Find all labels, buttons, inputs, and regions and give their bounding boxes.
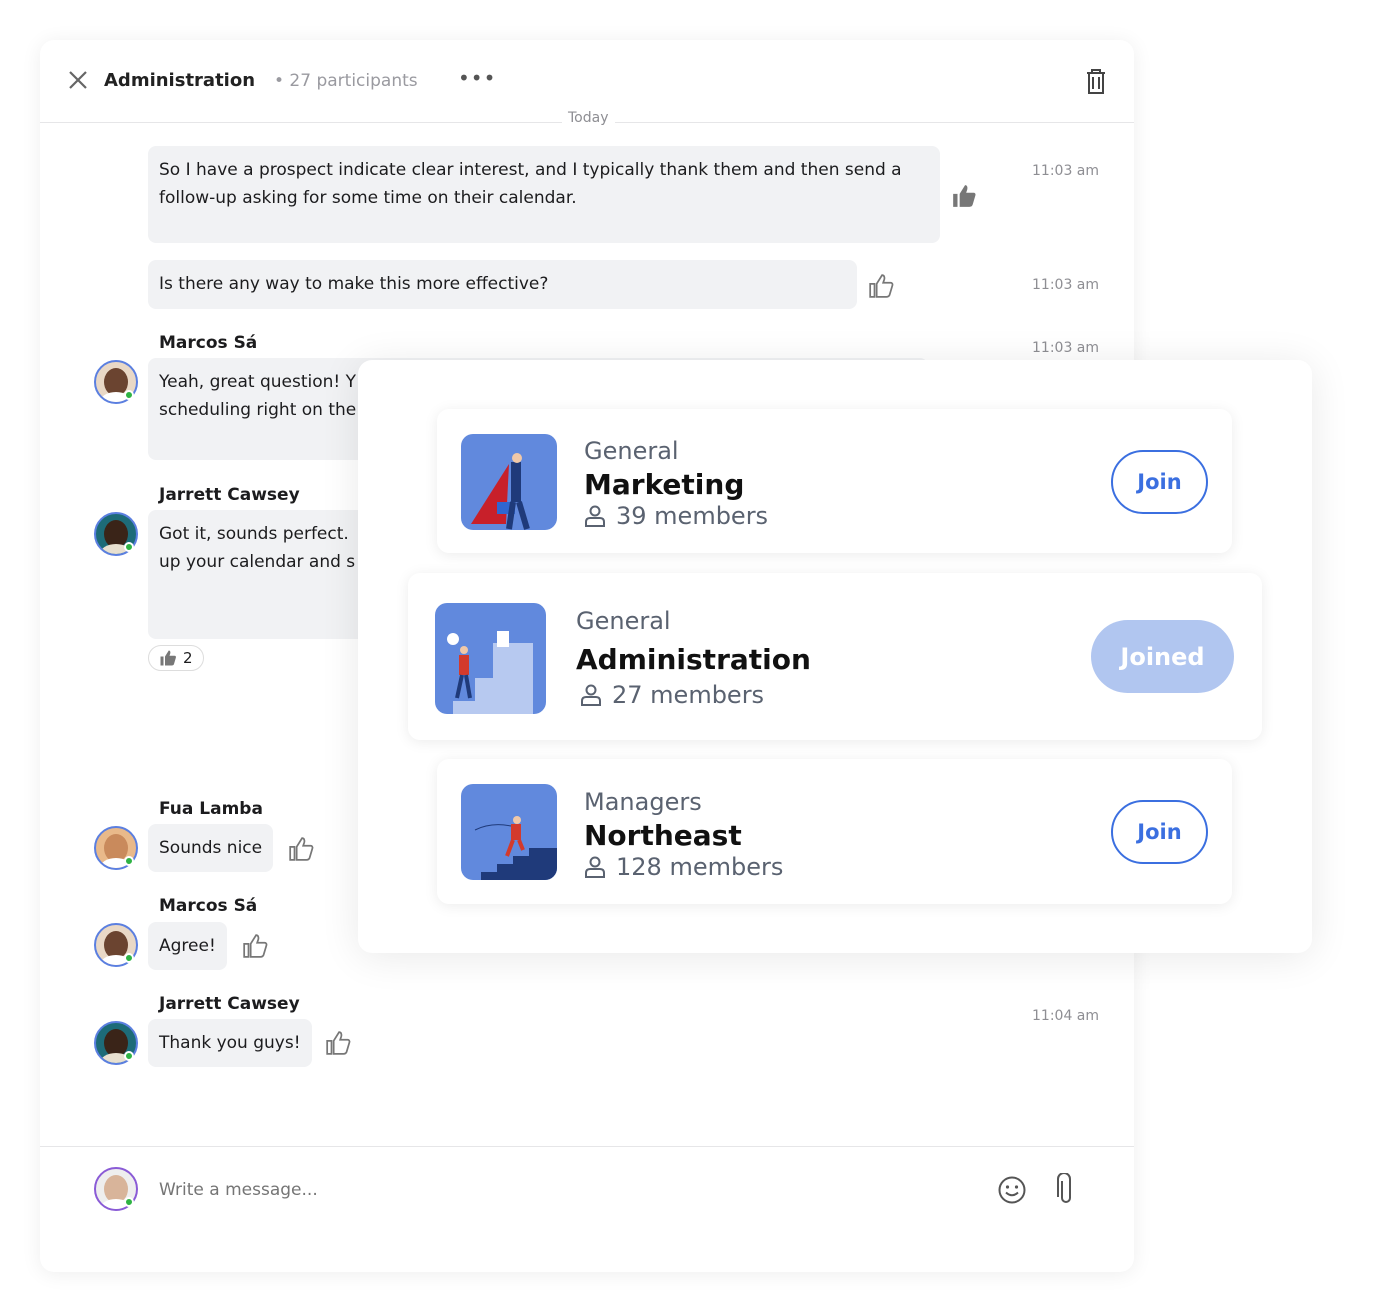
close-icon[interactable]	[68, 70, 88, 90]
group-category: Managers	[584, 788, 702, 816]
thumbs-up-icon[interactable]	[868, 273, 894, 299]
author-name: Marcos Sá	[159, 333, 258, 353]
message-line: Is there any way to make this more effec…	[159, 274, 549, 294]
message-time: 11:03 am	[1032, 163, 1100, 179]
online-indicator	[124, 542, 134, 552]
member-count: 27 members	[580, 681, 764, 709]
member-count-text: 128 members	[616, 853, 784, 881]
reaction-count: 2	[183, 649, 193, 667]
author-name: Jarrett Cawsey	[159, 485, 300, 505]
thumbs-up-filled-icon	[160, 650, 176, 666]
message-time: 11:03 am	[1032, 340, 1100, 356]
group-name: Administration	[576, 643, 811, 676]
member-count-text: 39 members	[616, 502, 769, 530]
author-name: Marcos Sá	[159, 896, 258, 916]
message-input[interactable]	[148, 1170, 968, 1210]
online-indicator	[124, 953, 134, 963]
member-count-text: 27 members	[612, 681, 765, 709]
smiley-icon[interactable]	[997, 1175, 1027, 1205]
thumbs-up-icon[interactable]	[288, 836, 314, 862]
person-icon	[581, 684, 601, 706]
author-name: Fua Lamba	[159, 799, 263, 819]
more-horizontal-icon[interactable]: •••	[458, 66, 496, 90]
message-time: 11:04 am	[1032, 1008, 1100, 1024]
date-divider: Today	[562, 110, 615, 126]
member-count: 39 members	[584, 502, 768, 530]
online-indicator	[124, 1197, 134, 1207]
group-card[interactable]: General Administration 27 members Joined	[408, 573, 1262, 740]
message-line: Agree!	[159, 936, 216, 956]
online-indicator	[124, 1051, 134, 1061]
group-category: General	[576, 607, 671, 635]
group-name: Northeast	[584, 819, 742, 852]
group-name: Marketing	[584, 468, 745, 501]
groups-panel: General Marketing 39 members Join Genera…	[358, 360, 1312, 953]
join-button[interactable]: Join	[1111, 800, 1208, 864]
online-indicator	[124, 856, 134, 866]
member-count: 128 members	[584, 853, 783, 881]
message-line: So I have a prospect indicate clear inte…	[159, 160, 902, 180]
group-image	[461, 784, 557, 880]
group-card[interactable]: General Marketing 39 members Join	[437, 409, 1232, 553]
paperclip-icon[interactable]	[1055, 1173, 1077, 1207]
message-time: 11:03 am	[1032, 277, 1100, 293]
group-card[interactable]: Managers Northeast 128 members Join	[437, 759, 1232, 904]
chat-title: Administration	[104, 70, 256, 91]
composer-divider	[40, 1146, 1134, 1147]
message-bubble: Thank you guys!	[148, 1019, 312, 1067]
author-name: Jarrett Cawsey	[159, 994, 300, 1014]
joined-button[interactable]: Joined	[1091, 620, 1234, 693]
message-bubble: So I have a prospect indicate clear inte…	[148, 146, 940, 243]
person-icon	[585, 505, 605, 527]
reaction-badge[interactable]: 2	[148, 645, 204, 671]
group-category: General	[584, 437, 679, 465]
message-bubble: Sounds nice	[148, 824, 274, 872]
thumbs-up-filled-icon[interactable]	[951, 183, 977, 209]
online-indicator	[124, 390, 134, 400]
message-line: Sounds nice	[159, 838, 263, 858]
group-image	[461, 434, 557, 530]
thumbs-up-icon[interactable]	[242, 933, 268, 959]
thumbs-up-icon[interactable]	[325, 1030, 351, 1056]
trash-icon[interactable]	[1086, 69, 1106, 95]
message-line: Thank you guys!	[159, 1033, 301, 1053]
message-bubble: Agree!	[148, 922, 227, 970]
join-button[interactable]: Join	[1111, 450, 1208, 514]
group-image	[435, 603, 546, 714]
participants-count[interactable]: • 27 participants	[274, 71, 418, 91]
message-line: follow-up asking for some time on their …	[159, 188, 577, 208]
message-bubble: Is there any way to make this more effec…	[148, 260, 857, 309]
person-icon	[585, 856, 605, 878]
